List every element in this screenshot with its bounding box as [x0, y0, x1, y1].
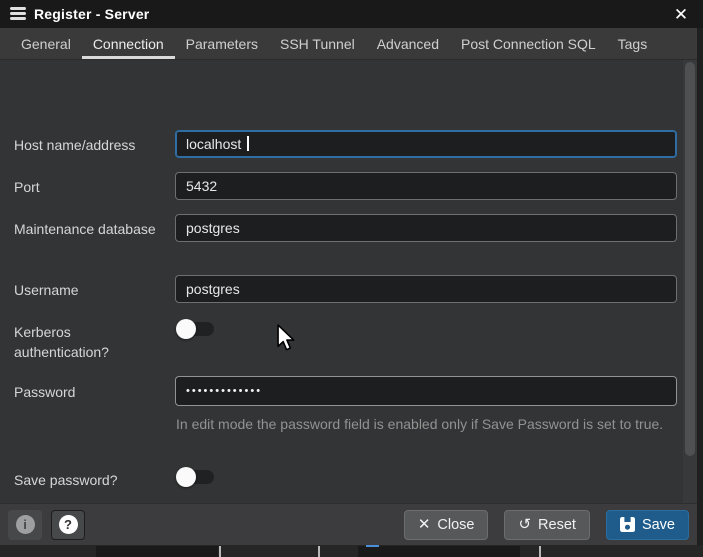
background-block — [358, 546, 520, 557]
tab-ssh-tunnel[interactable]: SSH Tunnel — [269, 28, 366, 59]
reset-button-label: Reset — [538, 517, 576, 533]
save-password-label: Save password? — [14, 470, 166, 490]
tab-tags[interactable]: Tags — [607, 28, 659, 59]
username-label: Username — [14, 280, 166, 300]
background-divider — [318, 546, 320, 557]
save-button[interactable]: Save — [606, 510, 689, 540]
info-button[interactable]: i — [8, 510, 42, 540]
scrollbar-track[interactable] — [683, 60, 697, 503]
password-label: Password — [14, 382, 166, 402]
tab-parameters[interactable]: Parameters — [175, 28, 269, 59]
host-input[interactable] — [175, 130, 677, 158]
toggle-knob — [176, 319, 196, 339]
dialog-footer: i ? ✕ Close ↺ Reset Save — [0, 503, 697, 545]
tab-general[interactable]: General — [10, 28, 82, 59]
port-input[interactable] — [175, 172, 677, 200]
mouse-cursor — [276, 324, 298, 353]
info-icon: i — [16, 515, 35, 534]
background-divider — [539, 546, 541, 557]
background-active-tab-underline — [366, 545, 379, 547]
background-window-strip — [0, 545, 703, 557]
save-password-toggle[interactable] — [176, 467, 216, 487]
background-block — [96, 546, 218, 557]
dialog-title: Register - Server — [34, 6, 149, 22]
tab-connection[interactable]: Connection — [82, 28, 175, 59]
help-button[interactable]: ? — [51, 510, 85, 540]
save-button-label: Save — [642, 517, 675, 533]
dialog-titlebar[interactable]: Register - Server ✕ — [0, 0, 703, 28]
tab-advanced[interactable]: Advanced — [366, 28, 450, 59]
scrollbar-thumb[interactable] — [685, 62, 695, 456]
tab-post-connection-sql[interactable]: Post Connection SQL — [450, 28, 607, 59]
close-button-label: Close — [437, 517, 474, 533]
toggle-knob — [176, 467, 196, 487]
background-divider — [219, 546, 221, 557]
dialog-tabbar: General Connection Parameters SSH Tunnel… — [0, 28, 697, 60]
host-label: Host name/address — [14, 135, 166, 155]
close-x-icon: ✕ — [418, 517, 431, 532]
kerberos-label: Kerberos authentication? — [14, 322, 166, 362]
reset-undo-icon: ↺ — [518, 517, 531, 532]
background-window-edge — [697, 0, 703, 557]
connection-form: Host name/address Port Maintenance datab… — [0, 60, 697, 503]
password-input[interactable] — [175, 376, 677, 406]
password-helper-text: In edit mode the password field is enabl… — [176, 410, 676, 438]
close-icon[interactable]: ✕ — [670, 4, 692, 26]
username-input[interactable] — [175, 275, 677, 303]
maintenance-db-label: Maintenance database — [14, 219, 166, 239]
floppy-disk-icon — [620, 517, 635, 532]
screen: Register - Server ✕ General Connection P… — [0, 0, 703, 557]
reset-button[interactable]: ↺ Reset — [504, 510, 589, 540]
maintenance-db-input[interactable] — [175, 214, 677, 242]
server-icon — [10, 7, 26, 22]
register-server-dialog: Register - Server ✕ General Connection P… — [0, 0, 697, 557]
port-label: Port — [14, 177, 166, 197]
text-caret — [247, 136, 249, 151]
close-button[interactable]: ✕ Close — [404, 510, 489, 540]
kerberos-toggle[interactable] — [176, 319, 216, 339]
help-icon: ? — [59, 515, 78, 534]
